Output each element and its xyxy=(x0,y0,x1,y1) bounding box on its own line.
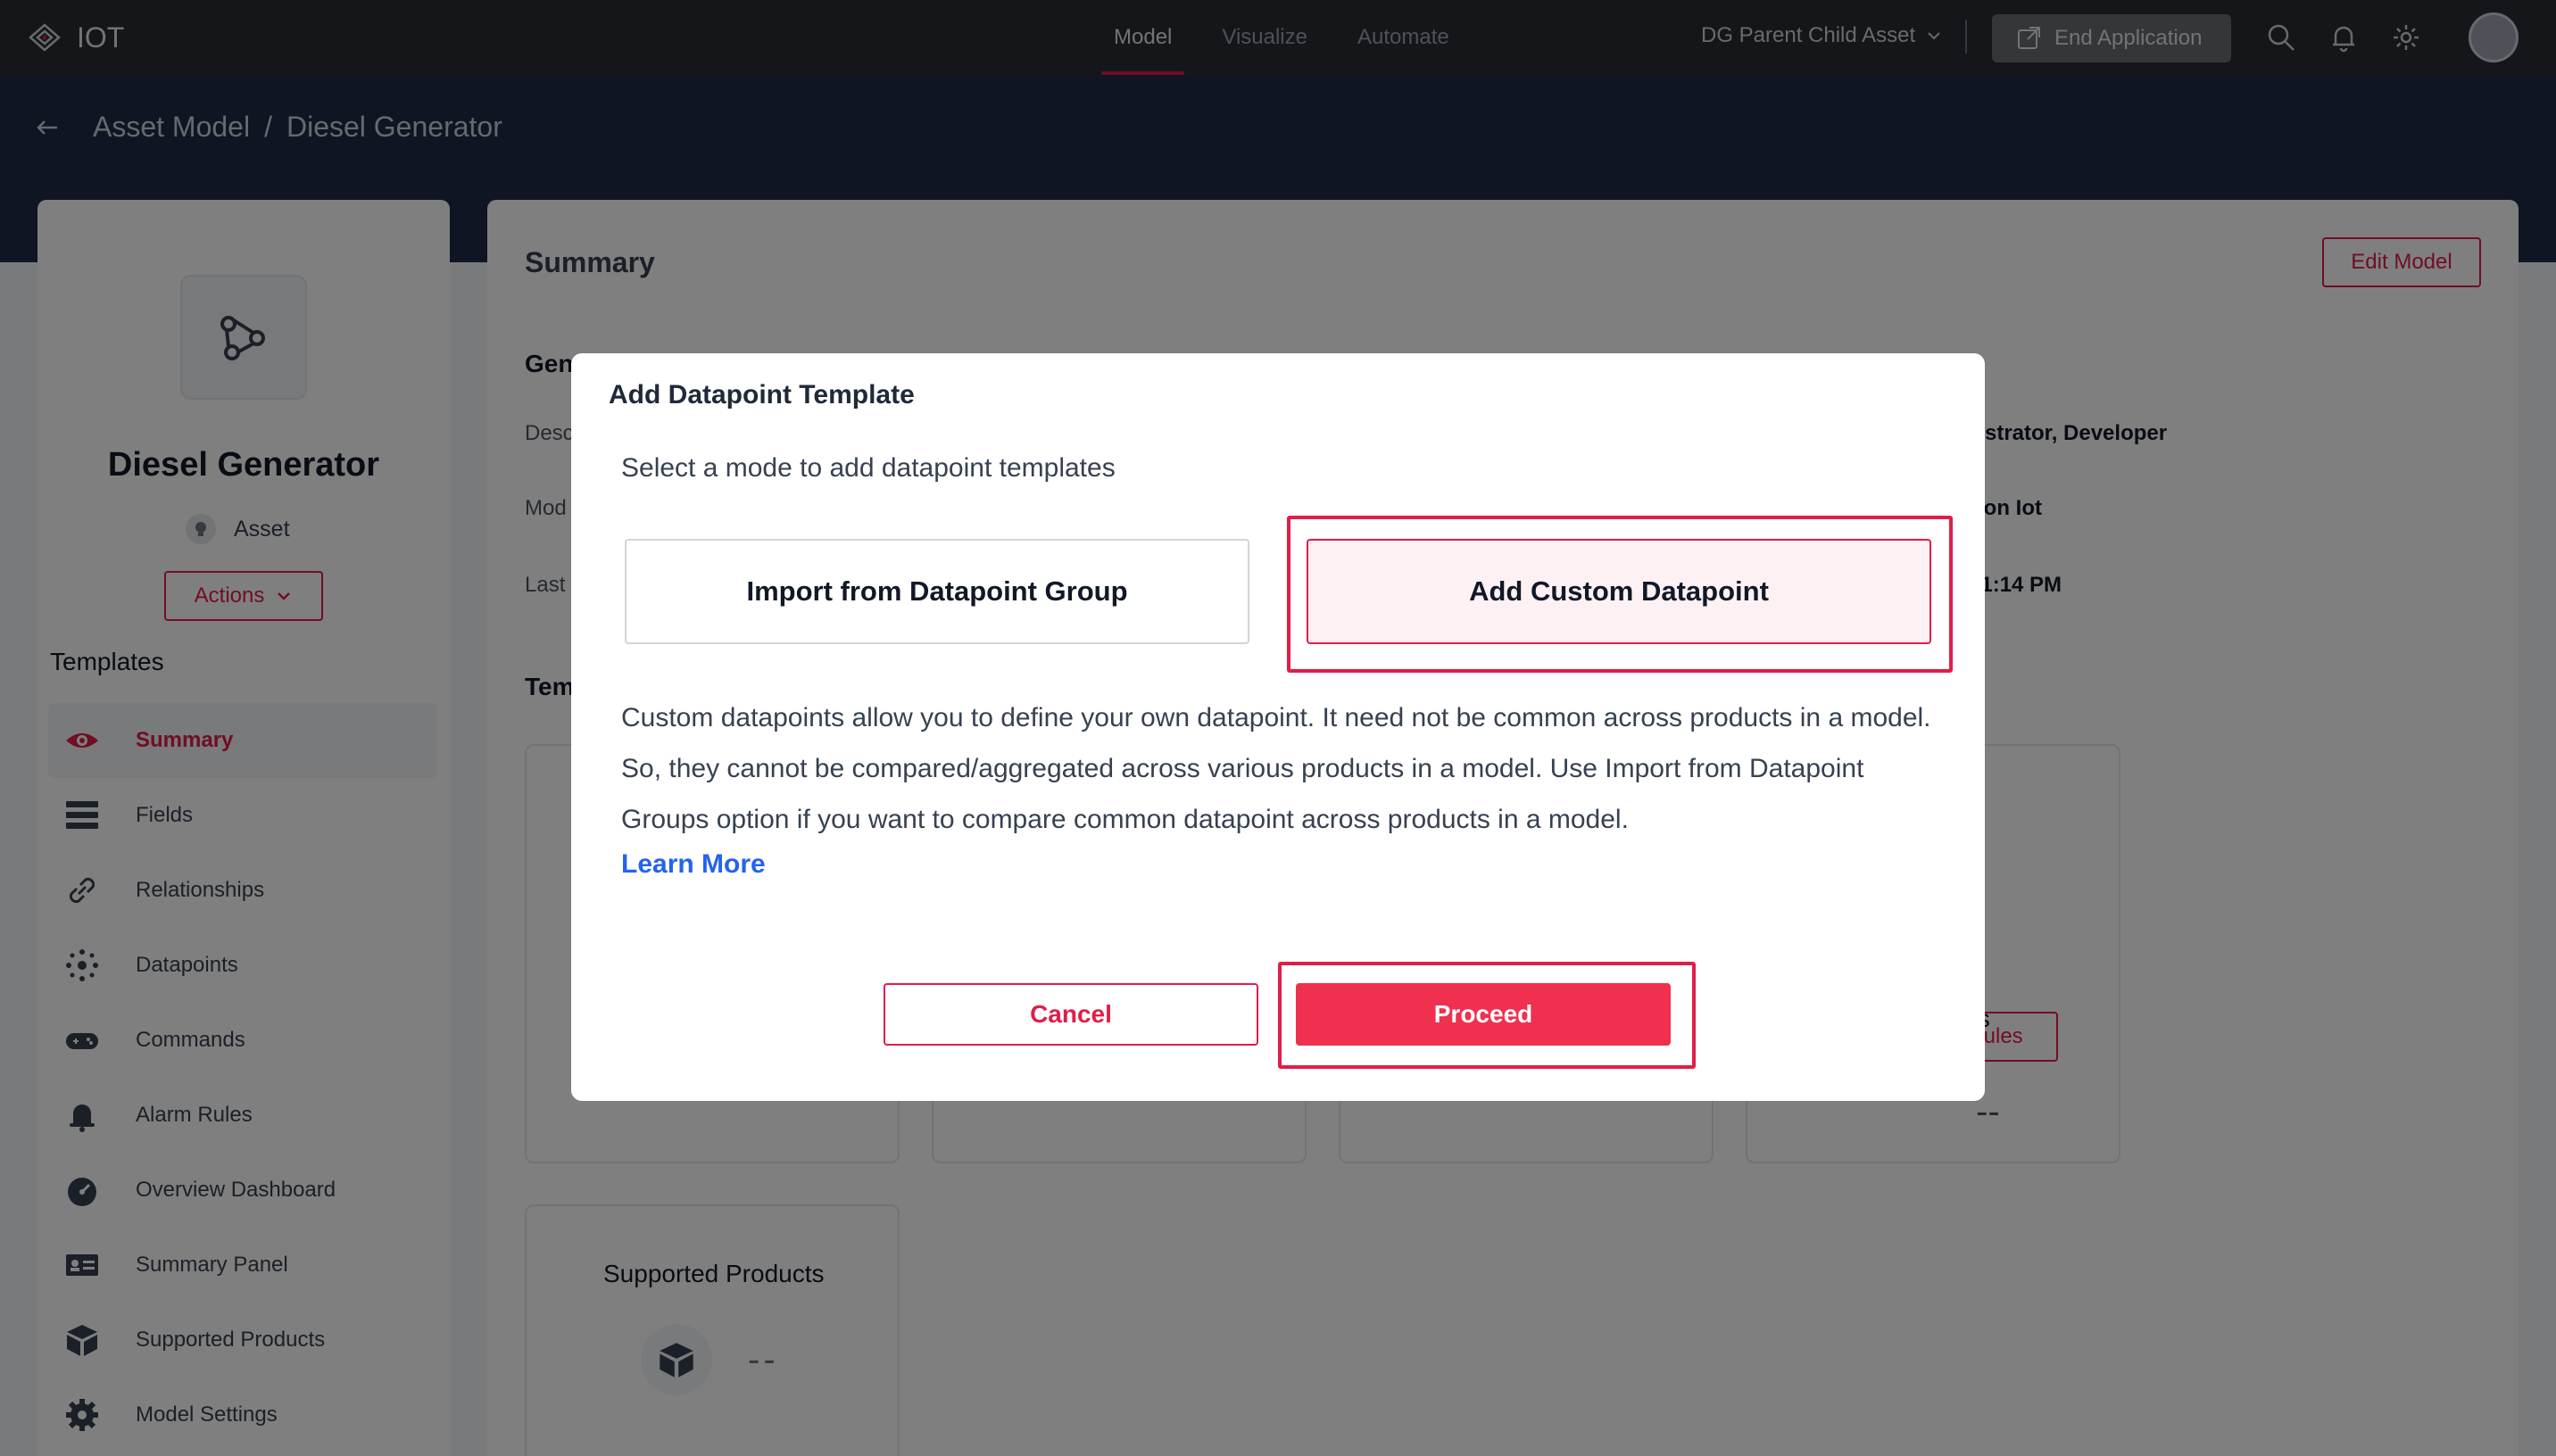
add-custom-datapoint-option[interactable]: Add Custom Datapoint xyxy=(1307,539,1931,644)
proceed-button[interactable]: Proceed xyxy=(1296,983,1671,1046)
import-from-datapoint-group-option[interactable]: Import from Datapoint Group xyxy=(625,539,1249,644)
learn-more-link[interactable]: Learn More xyxy=(621,849,766,880)
cancel-button[interactable]: Cancel xyxy=(884,983,1258,1046)
option-label: Import from Datapoint Group xyxy=(746,575,1128,607)
dialog-title: Add Datapoint Template xyxy=(609,380,915,410)
add-datapoint-template-dialog: Add Datapoint Template Select a mode to … xyxy=(571,353,1985,1101)
dialog-description: Custom datapoints allow you to define yo… xyxy=(621,703,1931,834)
option-label: Add Custom Datapoint xyxy=(1469,575,1769,607)
dialog-subtitle: Select a mode to add datapoint templates xyxy=(621,453,1116,483)
